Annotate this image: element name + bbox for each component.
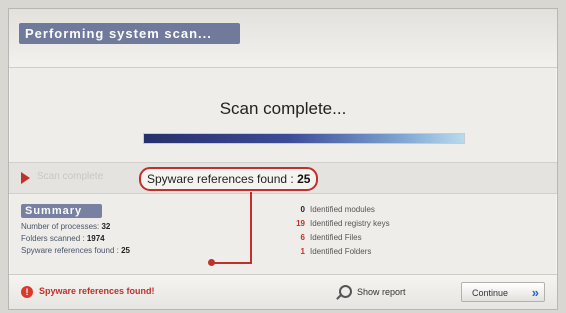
alert-message: Spyware references found! — [39, 286, 155, 296]
callout-text: Spyware references found : — [147, 172, 298, 186]
callout-pointer-line — [214, 262, 252, 264]
summary-processes: Number of processes: 32 — [21, 222, 130, 231]
stat-files: 6 Identified Files — [291, 233, 390, 242]
result-row: Scan complete Spyware references found :… — [9, 162, 557, 194]
continue-button[interactable]: Continue » — [461, 282, 545, 302]
header-title: Performing system scan... — [19, 23, 240, 44]
stat-label: Identified Folders — [310, 247, 372, 256]
stat-folders: 1 Identified Folders — [291, 247, 390, 256]
stat-label: Identified Files — [310, 233, 362, 242]
scan-status-title: Scan complete... — [219, 99, 347, 118]
summary-folders-value: 1974 — [86, 234, 105, 243]
footer-bar: ! Spyware references found! Show report … — [9, 274, 557, 309]
summary-panel: Summary Number of processes: 32 Folders … — [21, 201, 130, 255]
spyware-references-callout: Spyware references found : 25 — [139, 167, 319, 191]
summary-references-value: 25 — [121, 246, 130, 255]
scan-window: Performing system scan... Scan complete.… — [8, 8, 558, 310]
summary-processes-label: Number of processes: — [21, 222, 102, 231]
header-band: Performing system scan... — [9, 9, 557, 68]
progress-fill — [144, 134, 464, 143]
chevrons-right-icon: » — [531, 285, 539, 300]
show-report-link[interactable]: Show report — [357, 287, 406, 297]
faded-status-label: Scan complete — [37, 171, 104, 182]
summary-references-label: Spyware references found : — [21, 246, 122, 255]
stat-label: Identified modules — [310, 205, 375, 214]
summary-processes-value: 32 — [101, 222, 111, 231]
callout-count: 25 — [297, 172, 311, 186]
summary-title: Summary — [21, 204, 103, 218]
summary-folders: Folders scanned : 1974 — [21, 234, 130, 243]
stat-count: 6 — [300, 233, 305, 242]
stat-count: 19 — [296, 219, 305, 228]
search-icon[interactable] — [339, 285, 352, 298]
progress-bar — [143, 133, 465, 144]
stat-label: Identified registry keys — [310, 219, 390, 228]
continue-label: Continue — [472, 288, 509, 298]
stat-count: 1 — [300, 247, 305, 256]
arrow-right-icon — [21, 172, 30, 184]
stat-modules: 0 Identified modules — [291, 205, 390, 214]
summary-references: Spyware references found : 25 — [21, 246, 130, 255]
stat-registry-keys: 19 Identified registry keys — [291, 219, 390, 228]
stat-count: 0 — [300, 205, 305, 214]
callout-pointer-line — [250, 192, 252, 264]
identified-stats: 0 Identified modules 19 Identified registr… — [291, 205, 390, 261]
alert-icon: ! — [21, 286, 33, 298]
summary-folders-label: Folders scanned : — [21, 234, 87, 243]
